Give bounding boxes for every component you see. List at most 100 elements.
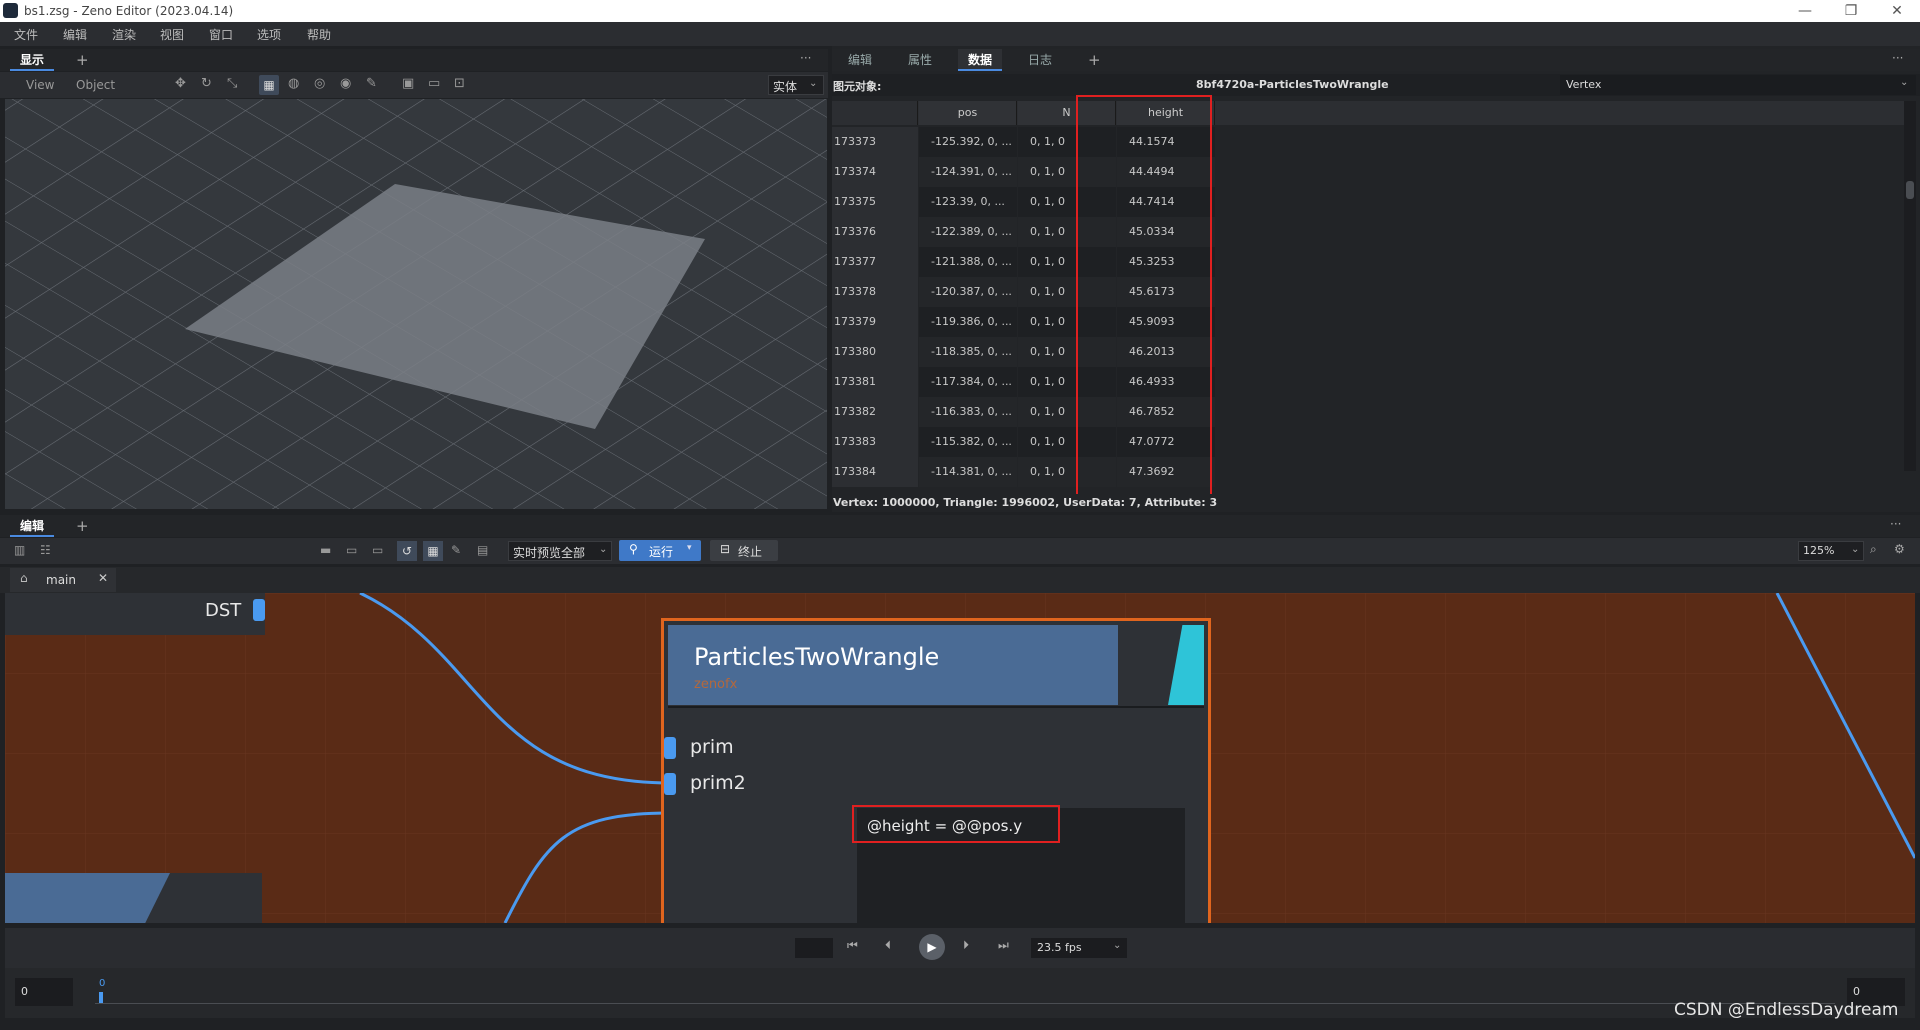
more-options-button[interactable]: ··· <box>800 51 811 65</box>
node-graph-canvas[interactable]: DST ParticlesTwoWrangle zenofx prim prim… <box>5 593 1915 923</box>
tab-display[interactable]: 显示 <box>10 49 55 71</box>
cell-pos[interactable]: -121.388, 0, ... <box>919 247 1017 277</box>
more-options-button[interactable]: ··· <box>1890 517 1901 531</box>
stop-button[interactable]: ⊟ 终止 <box>710 540 778 561</box>
first-frame-icon[interactable]: ⏮ <box>847 938 858 953</box>
lower-node-fragment[interactable] <box>5 873 262 923</box>
panel-layout-icon[interactable]: ▥ <box>14 543 25 557</box>
node-particles-two-wrangle[interactable]: ParticlesTwoWrangle zenofx prim prim2 @h… <box>661 618 1211 923</box>
sphere-icon[interactable]: ◉ <box>340 76 351 91</box>
run-button[interactable]: ⚲ 运行 ▾ <box>619 540 701 561</box>
scale-icon[interactable]: ⤡ <box>227 76 237 91</box>
cell-pos[interactable]: -122.389, 0, ... <box>919 217 1017 247</box>
table-row[interactable]: 173383 -115.382, 0, ... 0, 1, 0 47.0772 <box>832 427 1904 457</box>
tab-edit[interactable]: 编辑 <box>838 49 882 71</box>
table-row[interactable]: 173375 -123.39, 0, ... 0, 1, 0 44.7414 <box>832 187 1904 217</box>
minimize-button[interactable]: — <box>1782 0 1828 22</box>
row-index[interactable]: 173379 <box>832 307 918 337</box>
restore-button[interactable]: ❐ <box>1828 0 1874 22</box>
menu-help[interactable]: 帮助 <box>307 26 331 43</box>
search-icon[interactable]: ⌕ <box>1870 542 1877 557</box>
menu-window[interactable]: 窗口 <box>209 26 233 43</box>
edit-icon[interactable]: ✎ <box>451 543 461 557</box>
grid-snap-icon[interactable]: ▦ <box>423 541 443 561</box>
cell-pos[interactable]: -120.387, 0, ... <box>919 277 1017 307</box>
fps-select[interactable]: 23.5 fps ⌄ <box>1031 938 1127 958</box>
camera-icon[interactable]: ▭ <box>428 76 440 91</box>
brush-icon[interactable]: ✎ <box>366 76 377 91</box>
cell-pos[interactable]: -125.392, 0, ... <box>919 127 1017 157</box>
row-index[interactable]: 173383 <box>832 427 918 457</box>
cell-pos[interactable]: -123.39, 0, ... <box>919 187 1017 217</box>
menu-view[interactable]: 视图 <box>160 26 184 43</box>
render-mode-select[interactable]: 实体 ⌄ <box>768 75 824 95</box>
subnet-icon[interactable]: ▭ <box>372 543 383 557</box>
tab-main[interactable]: ⌂ main ✕ <box>10 568 116 592</box>
table-row[interactable]: 173374 -124.391, 0, ... 0, 1, 0 44.4494 <box>832 157 1904 187</box>
cell-pos[interactable]: -114.381, 0, ... <box>919 457 1017 487</box>
frame-field[interactable] <box>795 938 833 958</box>
row-index[interactable]: 173376 <box>832 217 918 247</box>
attribute-type-select[interactable]: Vertex ⌄ <box>1560 75 1916 95</box>
table-row[interactable]: 173379 -119.386, 0, ... 0, 1, 0 45.9093 <box>832 307 1904 337</box>
row-index[interactable]: 173382 <box>832 397 918 427</box>
table-row[interactable]: 173378 -120.387, 0, ... 0, 1, 0 45.6173 <box>832 277 1904 307</box>
start-frame-input[interactable]: 0 <box>15 978 73 1006</box>
more-options-button[interactable]: ··· <box>1892 51 1903 65</box>
tab-log[interactable]: 日志 <box>1018 49 1062 71</box>
timeline-slider[interactable]: 0 <box>95 978 1835 1006</box>
move-icon[interactable]: ✥ <box>175 76 186 91</box>
column-header-pos[interactable]: pos <box>919 101 1017 125</box>
table-row[interactable]: 173377 -121.388, 0, ... 0, 1, 0 45.3253 <box>832 247 1904 277</box>
cell-pos[interactable]: -118.385, 0, ... <box>919 337 1017 367</box>
prim2-socket[interactable] <box>664 773 676 795</box>
table-row[interactable]: 173373 -125.392, 0, ... 0, 1, 0 44.1574 <box>832 127 1904 157</box>
fit-icon[interactable]: ⊡ <box>454 76 465 91</box>
run-dropdown-icon[interactable]: ▾ <box>687 543 692 553</box>
add-tab-button[interactable]: + <box>1088 51 1101 69</box>
tab-properties[interactable]: 属性 <box>898 49 942 71</box>
cell-pos[interactable]: -115.382, 0, ... <box>919 427 1017 457</box>
add-tab-button[interactable]: + <box>76 517 89 535</box>
tab-data[interactable]: 数据 <box>958 49 1003 71</box>
tab-editor[interactable]: 编辑 <box>10 515 55 537</box>
tree-view-icon[interactable]: ☷ <box>40 543 51 557</box>
play-icon[interactable]: ▶ <box>919 934 945 960</box>
add-tab-button[interactable]: + <box>76 51 89 69</box>
close-button[interactable]: ✕ <box>1874 0 1920 22</box>
grid-icon[interactable]: ▦ <box>259 75 279 95</box>
row-index[interactable]: 173374 <box>832 157 918 187</box>
table-scrollbar[interactable] <box>1904 101 1916 471</box>
link-icon[interactable]: ↺ <box>397 541 417 561</box>
rotate-icon[interactable]: ↻ <box>201 76 212 91</box>
last-frame-icon[interactable]: ⏭ <box>998 938 1009 953</box>
palette-icon[interactable]: ◍ <box>288 76 299 91</box>
row-index[interactable]: 173380 <box>832 337 918 367</box>
table-row[interactable]: 173382 -116.383, 0, ... 0, 1, 0 46.7852 <box>832 397 1904 427</box>
next-frame-icon[interactable]: ⏵ <box>963 938 969 953</box>
prim-socket[interactable] <box>664 737 676 759</box>
row-index[interactable]: 173384 <box>832 457 918 487</box>
view-menu[interactable]: View <box>26 78 54 92</box>
menu-render[interactable]: 渲染 <box>112 26 136 43</box>
table-row[interactable]: 173384 -114.381, 0, ... 0, 1, 0 47.3692 <box>832 457 1904 487</box>
row-index[interactable]: 173381 <box>832 367 918 397</box>
cell-pos[interactable]: -124.391, 0, ... <box>919 157 1017 187</box>
cell-pos[interactable]: -119.386, 0, ... <box>919 307 1017 337</box>
table-row[interactable]: 173380 -118.385, 0, ... 0, 1, 0 46.2013 <box>832 337 1904 367</box>
cell-pos[interactable]: -117.384, 0, ... <box>919 367 1017 397</box>
table-row[interactable]: 173381 -117.384, 0, ... 0, 1, 0 46.4933 <box>832 367 1904 397</box>
upstream-node[interactable]: DST <box>5 593 265 635</box>
menu-edit[interactable]: 编辑 <box>63 26 87 43</box>
row-index[interactable]: 173377 <box>832 247 918 277</box>
menu-file[interactable]: 文件 <box>14 26 38 43</box>
row-index[interactable]: 173378 <box>832 277 918 307</box>
prev-frame-icon[interactable]: ⏴ <box>885 938 891 953</box>
cell-pos[interactable]: -116.383, 0, ... <box>919 397 1017 427</box>
gear-icon[interactable]: ⚙ <box>1894 542 1905 556</box>
preview-mode-select[interactable]: 实时预览全部 ⌄ <box>508 541 612 561</box>
object-menu[interactable]: Object <box>76 78 115 92</box>
console-icon[interactable]: ▤ <box>477 543 488 557</box>
row-index[interactable]: 173373 <box>832 127 918 157</box>
group-icon[interactable]: ▭ <box>346 543 357 557</box>
